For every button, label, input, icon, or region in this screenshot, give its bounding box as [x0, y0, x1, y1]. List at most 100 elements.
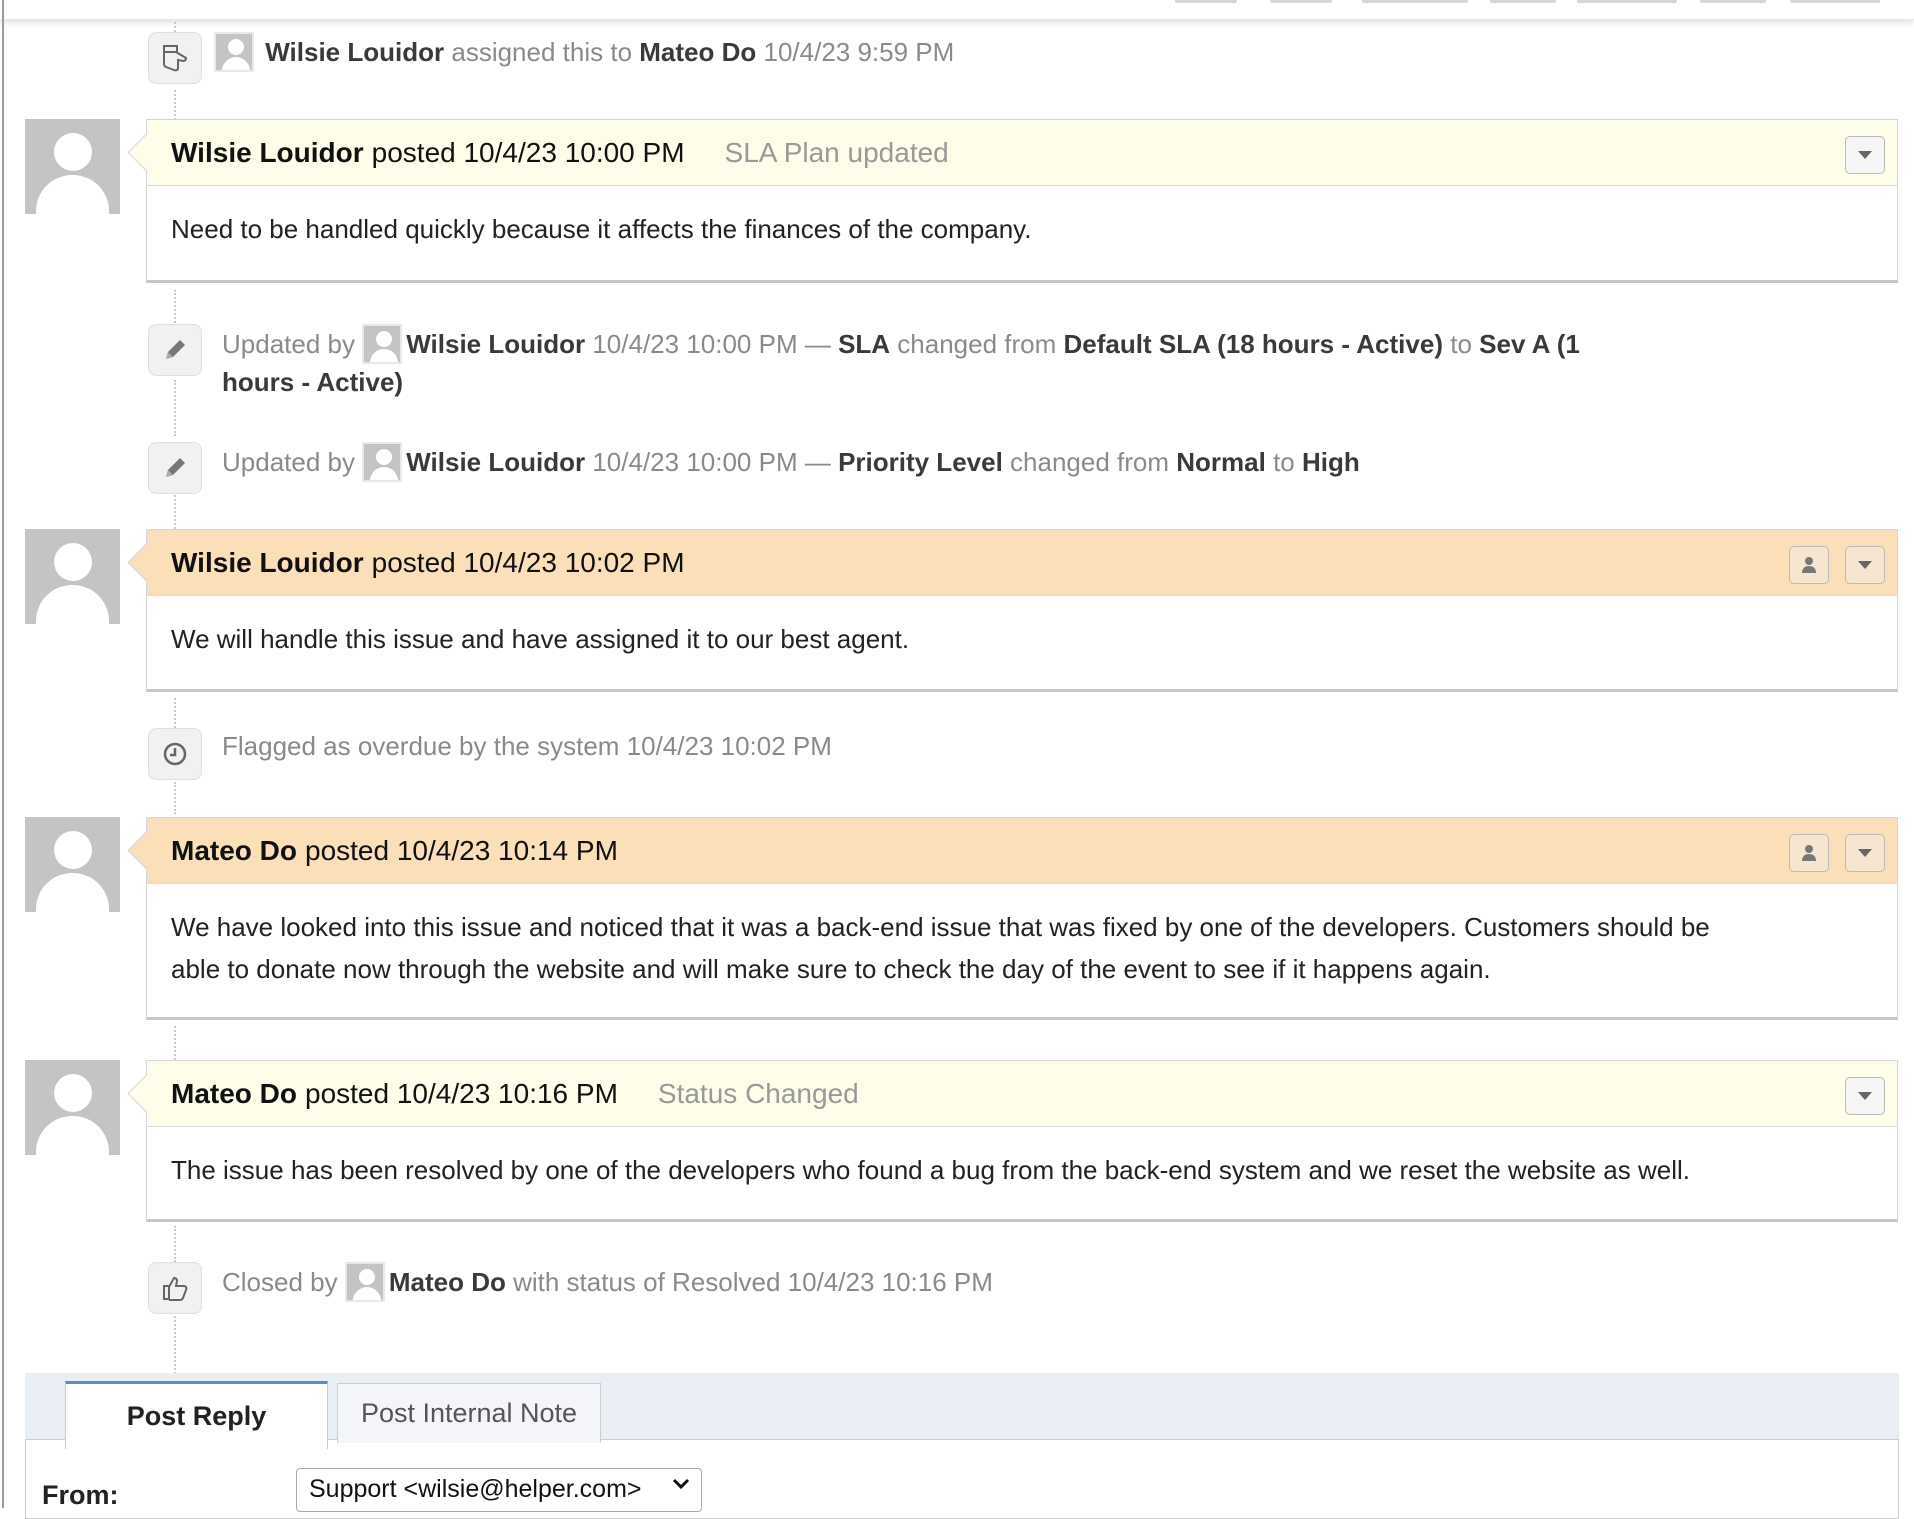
timeline-connector — [174, 1226, 176, 1262]
toolbar-button-stub[interactable] — [1577, 0, 1677, 3]
event-time: 10/4/23 10:00 PM — — [592, 329, 831, 359]
entry-body-line: We have looked into this issue and notic… — [171, 912, 1710, 942]
overdue-text: Flagged as overdue by the system 10/4/23… — [222, 731, 832, 761]
chevron-down-icon — [1858, 849, 1872, 857]
event-new-value-cont: hours - Active) — [222, 367, 404, 397]
priority-update-event: Updated by Wilsie Louidor 10/4/23 10:00 … — [148, 442, 1360, 494]
toolbar-button-stub[interactable] — [1270, 0, 1332, 3]
tab-post-reply[interactable]: Post Reply — [65, 1381, 328, 1449]
event-actor[interactable]: Wilsie Louidor — [406, 329, 585, 359]
from-label: From: — [42, 1480, 119, 1510]
chevron-down-icon — [1858, 151, 1872, 159]
timeline-connector — [174, 698, 176, 728]
pencil-icon — [148, 324, 202, 376]
entry-header: Wilsie Louidor posted 10/4/23 10:00 PM S… — [147, 120, 1897, 186]
entry-title: Status Changed — [657, 1077, 859, 1109]
timeline-connector — [174, 290, 176, 326]
reply-form: From: Support <wilsie@helper.com> — [25, 1439, 1899, 1519]
entry-title: SLA Plan updated — [724, 136, 949, 168]
event-actor[interactable]: Mateo Do — [389, 1267, 506, 1297]
clock-icon — [148, 728, 202, 780]
timeline-connector — [174, 782, 176, 814]
entry-body: The issue has been resolved by one of th… — [171, 1155, 1690, 1185]
entry-header: Wilsie Louidor posted 10/4/23 10:02 PM — [147, 530, 1897, 596]
thumbs-up-icon — [148, 1262, 202, 1314]
chevron-down-icon — [1858, 1092, 1872, 1100]
user-avatar-small — [214, 32, 254, 72]
entry-author[interactable]: Mateo Do — [171, 1078, 297, 1110]
timeline-connector — [174, 492, 176, 532]
event-target[interactable]: Mateo Do — [639, 37, 756, 67]
from-select[interactable]: Support <wilsie@helper.com> — [296, 1468, 702, 1512]
timeline-connector — [174, 1026, 176, 1060]
toolbar-button-stub[interactable] — [1175, 0, 1237, 3]
closed-event: Closed by Mateo Do with status of Resolv… — [148, 1262, 993, 1314]
event-old-value: Normal — [1176, 447, 1266, 477]
entry-author[interactable]: Wilsie Louidor — [171, 547, 364, 579]
event-new-value: Sev A (1 — [1479, 329, 1580, 359]
toolbar-button-stub[interactable] — [1490, 0, 1556, 3]
entry-header: Mateo Do posted 10/4/23 10:14 PM — [147, 818, 1897, 884]
author-avatar — [25, 119, 120, 214]
timeline-connector — [174, 1316, 176, 1374]
event-prefix: Updated by — [222, 447, 355, 477]
entry-options-button[interactable] — [1845, 136, 1885, 174]
entry-header: Mateo Do posted 10/4/23 10:16 PM Status … — [147, 1061, 1897, 1127]
event-to: to — [1273, 447, 1295, 477]
author-avatar — [25, 1060, 120, 1155]
event-prefix: Closed by — [222, 1267, 338, 1297]
event-actor[interactable]: Wilsie Louidor — [406, 447, 585, 477]
author-avatar — [25, 529, 120, 624]
entry-posted-time: posted 10/4/23 10:02 PM — [371, 546, 685, 578]
event-prefix: Updated by — [222, 329, 355, 359]
thread-entry-note: Mateo Do posted 10/4/23 10:16 PM Status … — [146, 1060, 1898, 1222]
thread-entry-reply: Mateo Do posted 10/4/23 10:14 PM We have… — [146, 817, 1898, 1020]
entry-body: Need to be handled quickly because it af… — [171, 214, 1032, 244]
entry-posted-time: posted 10/4/23 10:14 PM — [305, 834, 618, 866]
toolbar-button-stub[interactable] — [1700, 0, 1766, 3]
event-time: 10/4/23 9:59 PM — [763, 37, 955, 67]
entry-options-button[interactable] — [1845, 546, 1885, 584]
event-old-value: Default SLA (18 hours - Active) — [1063, 329, 1443, 359]
entry-user-button[interactable] — [1789, 546, 1829, 584]
event-changed-from: changed from — [1010, 447, 1170, 477]
entry-author[interactable]: Wilsie Louidor — [171, 137, 364, 169]
entry-body: We will handle this issue and have assig… — [171, 624, 910, 654]
toolbar-button-stub[interactable] — [1790, 0, 1880, 3]
pencil-icon — [148, 442, 202, 494]
user-avatar-small — [362, 324, 403, 364]
entry-options-button[interactable] — [1845, 1077, 1885, 1115]
entry-posted-time: posted 10/4/23 10:00 PM — [371, 136, 685, 168]
entry-options-button[interactable] — [1845, 834, 1885, 872]
event-actor[interactable]: Wilsie Louidor — [265, 37, 444, 67]
thread-entry-note: Wilsie Louidor posted 10/4/23 10:00 PM S… — [146, 119, 1898, 283]
toolbar-button-stub[interactable] — [1362, 0, 1468, 3]
overdue-event: Flagged as overdue by the system 10/4/23… — [148, 728, 832, 780]
event-field: Priority Level — [838, 447, 1003, 477]
event-field: SLA — [838, 329, 891, 359]
event-changed-from: changed from — [897, 329, 1057, 359]
thumbs-up-icon — [148, 32, 202, 84]
chevron-down-icon — [1858, 561, 1872, 569]
assignment-event: Wilsie Louidor assigned this to Mateo Do… — [148, 32, 954, 84]
tab-post-internal-note[interactable]: Post Internal Note — [337, 1383, 601, 1443]
entry-body: We have looked into this issue and notic… — [147, 884, 1897, 1014]
entry-user-button[interactable] — [1789, 834, 1829, 872]
top-toolbar-strip — [0, 0, 1914, 20]
chevron-down-icon — [672, 1478, 690, 1490]
from-select-value: Support <wilsie@helper.com> — [309, 1475, 642, 1503]
user-avatar-small — [344, 1262, 385, 1302]
user-avatar-small — [362, 442, 403, 482]
thread-entry-reply: Wilsie Louidor posted 10/4/23 10:02 PM W… — [146, 529, 1898, 692]
entry-author[interactable]: Mateo Do — [171, 835, 297, 867]
reply-area: From: Support <wilsie@helper.com> Post R… — [25, 1373, 1899, 1519]
timeline-connector — [174, 90, 176, 120]
event-suffix: with status of Resolved 10/4/23 10:16 PM — [513, 1267, 993, 1297]
sla-update-event: Updated by Wilsie Louidor 10/4/23 10:00 … — [148, 324, 1802, 401]
entry-posted-time: posted 10/4/23 10:16 PM — [305, 1077, 618, 1109]
event-time: 10/4/23 10:00 PM — — [592, 447, 831, 477]
author-avatar — [25, 817, 120, 912]
entry-body-line: able to donate now through the website a… — [171, 954, 1491, 984]
event-new-value: High — [1301, 447, 1360, 477]
event-action: assigned this to — [451, 37, 633, 67]
